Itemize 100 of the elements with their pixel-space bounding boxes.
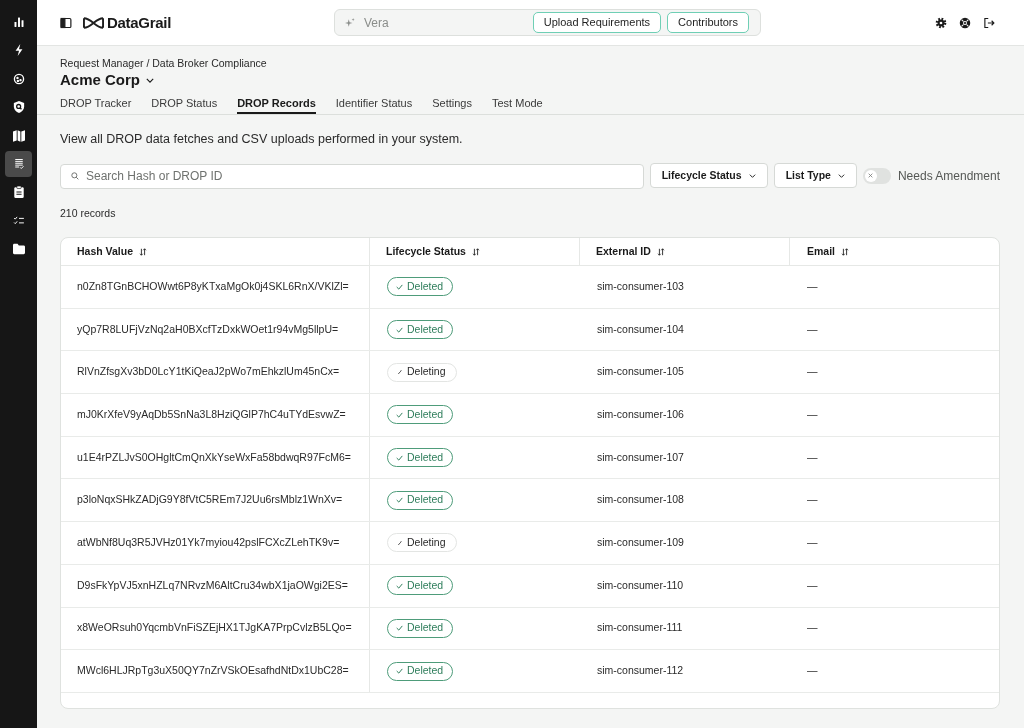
shield-search-icon: [12, 101, 25, 114]
check-icon: [396, 326, 403, 333]
table-cell-text: sim-consumer-107: [596, 449, 685, 465]
table-cell-text: sim-consumer-112: [596, 663, 685, 679]
table-cell: atWbNf8Uq3R5JVHz01Yk7myiou42pslFCXcZLehTK9v=: [61, 522, 370, 564]
table-cell-text: sim-consumer-110: [596, 577, 685, 593]
check-icon: [396, 582, 403, 589]
table-cell-text: —: [806, 577, 819, 593]
clipboard-icon: [12, 186, 25, 199]
sort-header[interactable]: External ID: [596, 243, 665, 260]
lifebuoy-icon: [959, 16, 971, 29]
check-icon: [396, 454, 403, 461]
status-text: Deleting: [407, 364, 446, 380]
check-icon: [396, 283, 403, 290]
sort-icon: [139, 247, 148, 256]
map-icon: [12, 129, 25, 142]
table-cell: x8WeORsuh0YqcmbVnFiSZEjHX1TJgKA7PrpCvlzB5LQo=: [61, 607, 370, 650]
logout-button[interactable]: [983, 16, 995, 29]
filter-dropdown[interactable]: Lifecycle Status: [649, 163, 768, 188]
filter-dropdown[interactable]: List Type: [773, 163, 857, 188]
table-cell-text: —: [806, 663, 819, 679]
chevron-down-icon: [837, 173, 845, 178]
toggle-switch[interactable]: [862, 167, 891, 184]
cookie-icon: [12, 72, 25, 85]
status-text: Deleted: [407, 492, 444, 508]
logo-text: DataGrail: [107, 13, 171, 32]
table-cell: n0Zn8TGnBCHOWwt6P8yKTxaMgOk0j4SKL6RnX/VKlZl=: [61, 266, 370, 308]
table-cell: u1E4rPZLJvS0OHgltCmQnXkYseWxFa58bdwqR97FcM6=: [61, 436, 370, 479]
check-icon: [396, 625, 403, 632]
table-cell: MWcl6HLJRpTg3uX50QY7nZrVSkOEsafhdNtDx1UbC28=: [61, 650, 370, 692]
status-text: Deleted: [407, 321, 444, 337]
sort-icon: [471, 247, 480, 256]
record-count: 210 records: [60, 206, 116, 220]
status-text: Deleted: [407, 620, 444, 636]
sort-icon: [841, 247, 849, 256]
tab[interactable]: Test Mode: [492, 96, 543, 114]
status-text: Deleted: [407, 663, 444, 679]
check-icon: [396, 497, 403, 504]
settings-button[interactable]: [935, 16, 947, 29]
x-icon: [868, 173, 874, 178]
document-list-icon: [12, 157, 25, 170]
table-cell-text: sim-consumer-111: [596, 620, 684, 636]
assistant-input[interactable]: Vera: [364, 13, 524, 32]
tab[interactable]: Settings: [432, 96, 472, 114]
spinner-icon: [398, 370, 402, 375]
chevron-down-icon: [748, 173, 756, 178]
sort-header[interactable]: Hash Value: [77, 243, 148, 260]
status-text: Deleting: [407, 535, 446, 551]
table-cell-text: —: [806, 535, 819, 551]
table-cell-text: sim-consumer-105: [596, 364, 685, 380]
page-description: View all DROP data fetches and CSV uploads performed in your system.: [60, 131, 463, 147]
breadcrumb: Request Manager / Data Broker Compliance: [60, 56, 267, 70]
tab[interactable]: DROP Status: [151, 96, 218, 114]
status-text: Deleted: [407, 407, 444, 423]
search-icon: [71, 172, 79, 180]
table-cell-text: —: [806, 364, 819, 380]
table-cell-text: —: [806, 449, 819, 465]
spinner-icon: [398, 540, 402, 545]
table-cell-text: sim-consumer-109: [596, 535, 685, 551]
folder-icon: [12, 243, 25, 256]
check-icon: [396, 668, 403, 675]
logout-icon: [983, 16, 995, 29]
sort-header[interactable]: Lifecycle Status: [386, 243, 480, 260]
table-cell-text: sim-consumer-104: [596, 321, 685, 337]
search-field[interactable]: Search Hash or DROP ID: [60, 163, 644, 189]
tab[interactable]: DROP Records: [237, 96, 316, 114]
table-cell-text: sim-consumer-106: [596, 407, 685, 423]
settings-icon: [935, 16, 947, 29]
sidebar-toggle-button[interactable]: [60, 16, 72, 29]
sort-icon: [656, 247, 665, 256]
table-cell: p3loNqxSHkZADjG9Y8fVtC5REm7J2Uu6rsMblz1WnXv=: [61, 479, 370, 522]
sparkle-icon: [345, 17, 355, 28]
check-icon: [396, 411, 403, 418]
sidebar-panel-icon: [60, 16, 72, 29]
header-button[interactable]: Contributors: [667, 12, 749, 33]
table-cell-text: sim-consumer-108: [596, 492, 685, 508]
table-cell-text: —: [806, 321, 819, 337]
table-cell: D9sFkYpVJ5xnHZLq7NRvzM6AltCru34wbX1jaOWgi2ES=: [61, 564, 370, 607]
chevron-down-icon: [146, 77, 155, 83]
support-button[interactable]: [959, 16, 971, 29]
sort-header[interactable]: Email: [807, 243, 849, 260]
status-text: Deleted: [407, 577, 444, 593]
sidebar-nav-item[interactable]: [5, 150, 32, 177]
status-text: Deleted: [407, 449, 444, 465]
header-button[interactable]: Upload Requirements: [532, 12, 662, 33]
table-cell-text: —: [806, 492, 819, 508]
table-cell: yQp7R8LUFjVzNq2aH0BXcfTzDxkWOet1r94vMg5llpU=: [61, 308, 370, 351]
tab[interactable]: Identifier Status: [335, 96, 413, 114]
table-cell: RlVnZfsgXv3bD0LcY1tKiQeaJ2pWo7mEhkzlUm45nCx=: [61, 351, 370, 394]
toggle-label: Needs Amendment: [897, 167, 1000, 185]
tab[interactable]: DROP Tracker: [60, 96, 132, 114]
table-cell-text: —: [806, 620, 819, 636]
table-cell-text: —: [806, 278, 819, 294]
status-text: Deleted: [407, 278, 444, 294]
account-switcher[interactable]: Acme Corp: [60, 70, 155, 90]
bar-chart-icon: [12, 16, 25, 28]
logo-icon: [83, 16, 104, 29]
checklist-icon: [12, 214, 25, 227]
table-cell: mJ0KrXfeV9yAqDb5SnNa3L8HziQGlP7hC4uTYdEsvwZ=: [61, 394, 370, 436]
table-cell-text: —: [806, 407, 819, 423]
